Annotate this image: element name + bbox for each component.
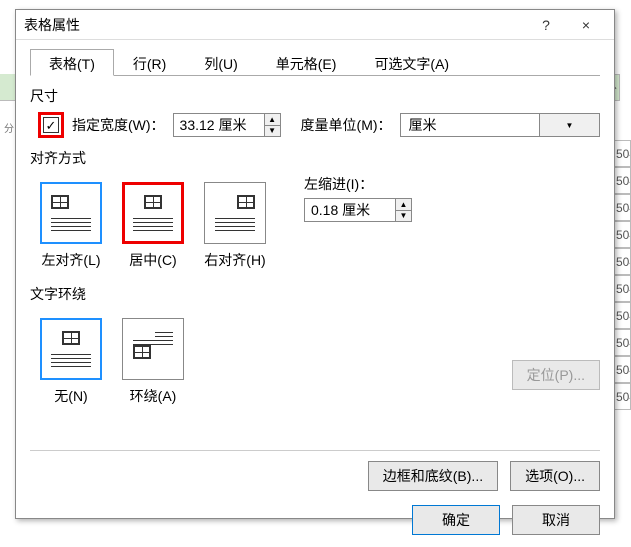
- unit-select[interactable]: 厘米 ▼: [400, 113, 600, 137]
- wrap-around-option[interactable]: [122, 318, 184, 380]
- tab-column[interactable]: 列(U): [185, 49, 256, 76]
- border-shading-button[interactable]: 边框和底纹(B)...: [368, 461, 498, 491]
- size-section-label: 尺寸: [30, 86, 600, 106]
- close-button[interactable]: ×: [566, 10, 606, 40]
- align-right-label: 右对齐(H): [204, 250, 266, 270]
- options-button[interactable]: 选项(O)...: [510, 461, 600, 491]
- specify-width-checkbox[interactable]: [43, 117, 59, 133]
- spin-down-icon[interactable]: ▼: [265, 126, 280, 137]
- tiny-arrow: 分: [4, 120, 14, 135]
- wrap-section-label: 文字环绕: [30, 284, 600, 304]
- wrap-around-label: 环绕(A): [122, 386, 184, 406]
- wrap-none-label: 无(N): [40, 386, 102, 406]
- red-highlight-checkbox: [38, 112, 64, 138]
- position-button: 定位(P)...: [512, 360, 600, 390]
- align-right-option[interactable]: [204, 182, 266, 244]
- wrap-grid: 无(N) 环绕(A): [40, 318, 184, 406]
- align-left-option[interactable]: [40, 182, 102, 244]
- background-column: 504504504504 504504504504 504504: [613, 140, 631, 410]
- width-spinner[interactable]: ▲▼: [173, 113, 281, 137]
- indent-block: 左缩进(I)： ▲▼: [304, 174, 412, 222]
- mid-button-row: 边框和底纹(B)... 选项(O)...: [30, 450, 600, 491]
- indent-label: 左缩进(I)：: [304, 174, 412, 194]
- unit-value: 厘米: [401, 113, 539, 137]
- dialog-content: 表格(T) 行(R) 列(U) 单元格(E) 可选文字(A) 尺寸 指定宽度(W…: [16, 40, 614, 543]
- cancel-button[interactable]: 取消: [512, 505, 600, 535]
- align-left-label: 左对齐(L): [40, 250, 102, 270]
- spin-down-icon[interactable]: ▼: [396, 211, 411, 222]
- tab-alttext[interactable]: 可选文字(A): [355, 49, 468, 76]
- spin-up-icon[interactable]: ▲: [265, 114, 280, 126]
- footer-row: 确定 取消: [30, 505, 600, 535]
- ok-button[interactable]: 确定: [412, 505, 500, 535]
- tab-table[interactable]: 表格(T): [30, 49, 114, 76]
- help-button[interactable]: ?: [526, 10, 566, 40]
- tabstrip: 表格(T) 行(R) 列(U) 单元格(E) 可选文字(A): [30, 48, 600, 76]
- align-section-label: 对齐方式: [30, 148, 600, 168]
- chevron-down-icon: ▼: [539, 114, 599, 136]
- align-center-option[interactable]: [122, 182, 184, 244]
- close-icon: ×: [582, 17, 590, 33]
- indent-spinner[interactable]: ▲▼: [304, 198, 412, 222]
- titlebar: 表格属性 ? ×: [16, 10, 614, 40]
- dialog-title: 表格属性: [24, 15, 526, 35]
- unit-label: 度量单位(M)：: [301, 115, 392, 135]
- spin-up-icon[interactable]: ▲: [396, 199, 411, 211]
- wrap-none-option[interactable]: [40, 318, 102, 380]
- specify-width-label: 指定宽度(W)：: [72, 115, 165, 135]
- tab-cell[interactable]: 单元格(E): [257, 49, 356, 76]
- tab-row[interactable]: 行(R): [114, 49, 185, 76]
- indent-input[interactable]: [305, 199, 395, 221]
- alignment-grid: 左对齐(L) 居中(C) 右对齐(H): [40, 182, 266, 270]
- width-input[interactable]: [174, 114, 264, 136]
- align-center-label: 居中(C): [122, 250, 184, 270]
- table-properties-dialog: 表格属性 ? × 表格(T) 行(R) 列(U) 单元格(E) 可选文字(A) …: [15, 9, 615, 519]
